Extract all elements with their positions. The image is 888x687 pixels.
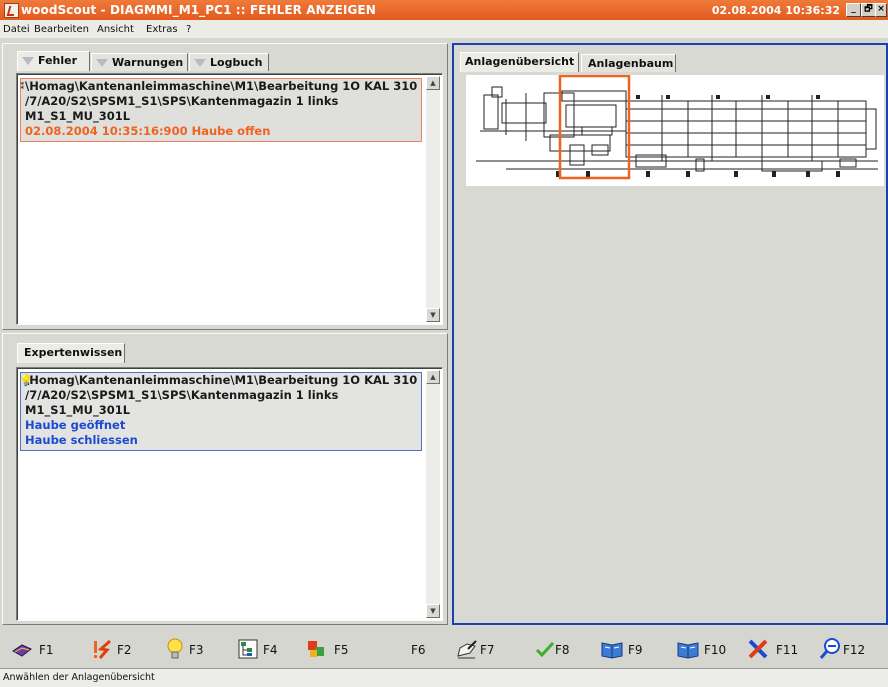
menu-bearbeiten[interactable]: Bearbeiten xyxy=(34,24,89,35)
open-book-icon xyxy=(601,642,623,659)
datetime-display: 02.08.2004 10:36:32 xyxy=(711,4,840,17)
funnel-icon xyxy=(96,59,108,67)
machine-schematic xyxy=(476,74,878,180)
error-message: 02.08.2004 10:35:16:900 Haube offen xyxy=(25,124,271,138)
checkmark-icon xyxy=(535,641,555,658)
expert-path-line3: M1_S1_MU_301L xyxy=(25,403,131,417)
funnel-icon xyxy=(22,57,34,65)
error-entry[interactable]: ⁑ \Homag\Kantenanleimmaschine\M1\Bearbei… xyxy=(20,78,422,142)
menu-ansicht[interactable]: Ansicht xyxy=(97,24,134,35)
window-title: woodScout - DIAGMMI_M1_PC1 :: FEHLER ANZ… xyxy=(21,3,376,17)
tab-expertenwissen[interactable]: Expertenwissen xyxy=(17,343,125,363)
error-panel: Fehler Warnungen Logbuch ⁑ \Homag\Kanten… xyxy=(2,43,448,330)
expert-list-scrollbar[interactable]: ▲ ▼ xyxy=(426,370,440,618)
f4-label: F4 xyxy=(263,643,278,657)
lightbulb-icon xyxy=(167,638,183,659)
funnel-icon xyxy=(194,59,206,67)
menu-help[interactable]: ? xyxy=(186,24,191,35)
f9-label: F9 xyxy=(628,643,643,657)
menu-extras[interactable]: Extras xyxy=(146,24,178,35)
error-path-line3: M1_S1_MU_301L xyxy=(25,109,131,123)
f11-label: F11 xyxy=(776,643,799,657)
f7-label: F7 xyxy=(480,643,495,657)
restore-button[interactable]: 🗗 xyxy=(861,3,876,17)
error-list-scrollbar[interactable]: ▲ ▼ xyxy=(426,76,440,322)
f8-label: F8 xyxy=(555,643,570,657)
tab-logbuch-label: Logbuch xyxy=(210,56,263,69)
scroll-down-button[interactable]: ▼ xyxy=(426,308,440,322)
machine-overview-diagram[interactable] xyxy=(466,74,884,186)
tab-warnungen[interactable]: Warnungen xyxy=(91,53,188,71)
writing-hand-icon xyxy=(457,640,477,659)
error-list[interactable]: ⁑ \Homag\Kantenanleimmaschine\M1\Bearbei… xyxy=(16,73,443,325)
tab-logbuch[interactable]: Logbuch xyxy=(189,53,269,71)
minimize-button[interactable]: _ xyxy=(846,3,861,17)
error-path-line1: \Homag\Kantenanleimmaschine\M1\Bearbeitu… xyxy=(25,79,418,93)
woodscout-app-icon[interactable] xyxy=(4,3,19,18)
error-marker-icon: ⁑ xyxy=(20,82,25,92)
tab-fehler-label: Fehler xyxy=(38,54,78,67)
function-key-bar: F1 F2 F3 F4 F5 F6 F7 F8 F9 F10 F11 F12 xyxy=(0,627,888,667)
expert-path-line2: /7/A20/S2\SPSM1_S1\SPS\Kantenmagazin 1 l… xyxy=(25,388,339,402)
f10-label: F10 xyxy=(704,643,727,657)
tab-anlagenuebersicht[interactable]: Anlagenübersicht xyxy=(460,52,579,72)
f2-label: F2 xyxy=(117,643,132,657)
cubes-icon xyxy=(308,641,324,657)
expert-panel: Expertenwissen 💡 \Homag\Kantenanleimmasc… xyxy=(2,333,448,625)
cross-tool-icon xyxy=(748,639,768,659)
tab-fehler[interactable]: Fehler xyxy=(17,51,90,71)
open-book-icon xyxy=(677,642,699,659)
lightbulb-icon: 💡 xyxy=(19,374,33,387)
menu-bar: Datei Bearbeiten Ansicht Extras ? xyxy=(0,20,888,38)
f3-label: F3 xyxy=(189,643,204,657)
tab-warnungen-label: Warnungen xyxy=(112,56,184,69)
scroll-up-button[interactable]: ▲ xyxy=(426,76,440,90)
title-bar: woodScout - DIAGMMI_M1_PC1 :: FEHLER ANZ… xyxy=(0,0,888,20)
f6-label: F6 xyxy=(411,643,426,657)
f12-label: F12 xyxy=(843,643,866,657)
expert-hint-1[interactable]: Haube geöffnet xyxy=(25,418,419,433)
menu-datei[interactable]: Datei xyxy=(3,24,30,35)
expert-list[interactable]: 💡 \Homag\Kantenanleimmaschine\M1\Bearbei… xyxy=(16,367,443,621)
expert-hint-2[interactable]: Haube schliessen xyxy=(25,433,419,448)
status-bar: Anwählen der Anlagenübersicht xyxy=(0,668,888,687)
tab-anlagenbaum[interactable]: Anlagenbaum xyxy=(581,54,676,72)
book-icon xyxy=(12,644,32,657)
close-button[interactable]: × xyxy=(875,3,887,17)
f1-label: F1 xyxy=(39,643,54,657)
scroll-down-button[interactable]: ▼ xyxy=(426,604,440,618)
f5-label: F5 xyxy=(334,643,349,657)
tree-view-icon xyxy=(238,639,258,659)
scroll-up-button[interactable]: ▲ xyxy=(426,370,440,384)
error-flash-icon xyxy=(94,639,111,659)
error-path-line2: /7/A20/S2\SPSM1_S1\SPS\Kantenmagazin 1 l… xyxy=(25,94,339,108)
zoom-out-icon xyxy=(819,638,840,659)
expert-path-line1: \Homag\Kantenanleimmaschine\M1\Bearbeitu… xyxy=(25,373,418,387)
expert-entry[interactable]: 💡 \Homag\Kantenanleimmaschine\M1\Bearbei… xyxy=(19,372,422,451)
status-text: Anwählen der Anlagenübersicht xyxy=(3,672,155,683)
